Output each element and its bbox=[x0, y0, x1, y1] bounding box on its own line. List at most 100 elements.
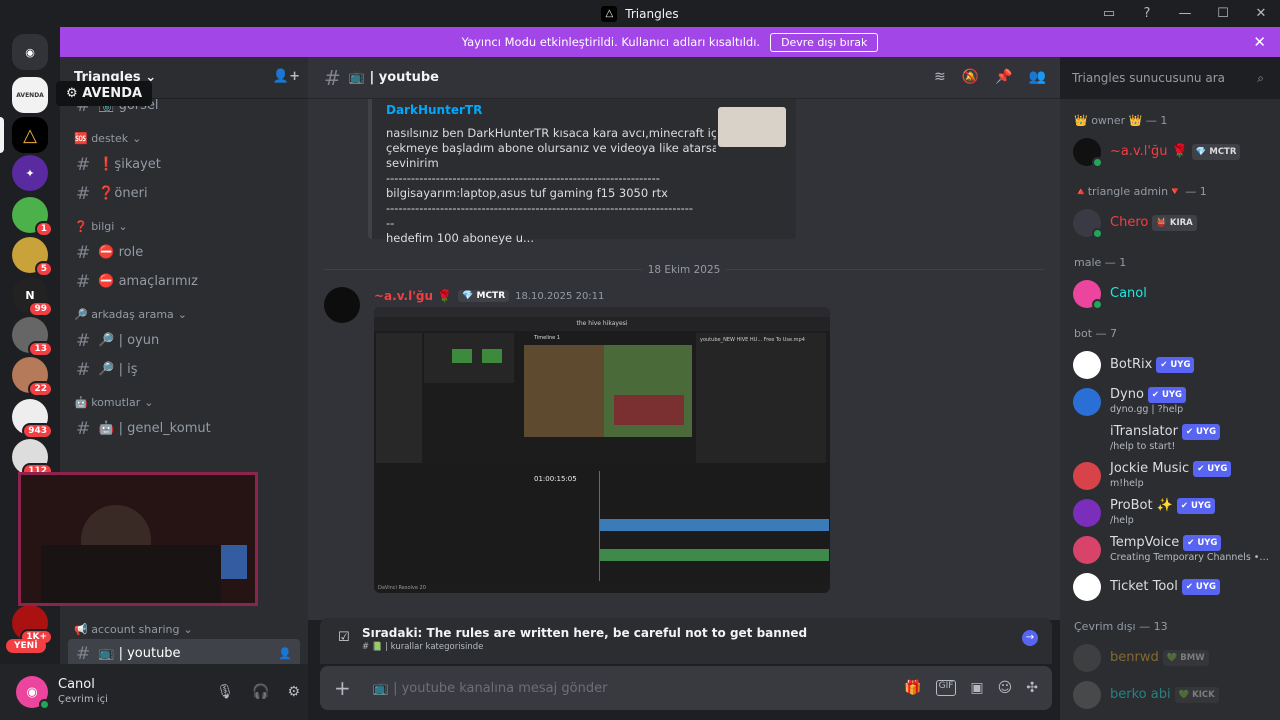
hash-icon: # bbox=[76, 330, 91, 351]
member-item[interactable]: BotRix ✔ UYG bbox=[1060, 346, 1280, 383]
chevron-down-icon: ⌄ bbox=[118, 219, 128, 233]
help-icon[interactable]: ? bbox=[1128, 6, 1166, 21]
channel-item[interactable]: # ❓öneri bbox=[68, 179, 300, 208]
discord-home-icon[interactable]: ◉ bbox=[12, 34, 48, 70]
invite-icon[interactable]: 👤+ bbox=[273, 69, 300, 84]
server-n[interactable]: N 99 bbox=[12, 277, 53, 317]
member-item[interactable]: Jockie Music ✔ UYG m!help bbox=[1060, 457, 1280, 494]
app-badge: ✔ UYG bbox=[1181, 578, 1220, 595]
arrow-right-icon[interactable]: → bbox=[1022, 630, 1038, 646]
message-input[interactable]: 📺 | youtube kanalına mesaj gönder bbox=[373, 681, 608, 696]
avatar bbox=[1073, 535, 1101, 564]
avatar bbox=[1073, 424, 1101, 453]
member-name: Dyno bbox=[1110, 386, 1144, 402]
channel-item[interactable]: # 🤖 | genel_komut bbox=[68, 414, 300, 443]
channel-item[interactable]: # 🔎 | oyun bbox=[68, 326, 300, 355]
server-white[interactable]: 943 bbox=[12, 399, 53, 439]
member-name: ~a.v.l'ğu 🌹 bbox=[1110, 143, 1188, 159]
server-star[interactable]: ✦ bbox=[12, 155, 48, 191]
search-input[interactable]: Triangles sunucusunu ara ⌕ bbox=[1064, 65, 1272, 91]
avatar bbox=[1073, 643, 1101, 672]
member-group-header: bot — 7 bbox=[1074, 327, 1118, 340]
emoji-icon[interactable]: ☺ bbox=[998, 680, 1013, 696]
headphones-icon[interactable]: 🎧 bbox=[252, 684, 269, 700]
server-gray[interactable]: 13 bbox=[12, 317, 53, 357]
avatar[interactable]: ◉ bbox=[16, 676, 50, 710]
category-header[interactable]: 🆘 destek ⌄ bbox=[60, 126, 308, 150]
member-activity: dyno.gg | ?help bbox=[1110, 403, 1184, 415]
member-item[interactable]: Chero 👹 KIRA bbox=[1060, 204, 1280, 241]
disable-streamer-button[interactable]: Devre dışı bırak bbox=[770, 32, 879, 52]
date-divider: 18 Ekim 2025 bbox=[324, 264, 1044, 285]
user-name: Canol bbox=[58, 677, 95, 692]
apps-icon[interactable]: ✣ bbox=[1026, 680, 1038, 696]
member-tag: 💎 MCTR bbox=[1191, 143, 1241, 160]
add-member-icon[interactable]: 👤 bbox=[278, 647, 292, 660]
close-window-button[interactable]: ✕ bbox=[1242, 6, 1280, 21]
member-item[interactable]: ~a.v.l'ğu 🌹 💎 MCTR bbox=[1060, 133, 1280, 170]
pin-icon[interactable]: 📌 bbox=[995, 69, 1012, 85]
channel-list: #📷 görsel🆘 destek ⌄#❗şikayet#❓öneri❓ bil… bbox=[60, 91, 308, 443]
channel-item[interactable]: # ⛔ amaçlarımız bbox=[68, 267, 300, 296]
member-group-header: 🔺triangle admin🔻 — 1 bbox=[1074, 185, 1207, 198]
category-header[interactable]: ❓ bilgi ⌄ bbox=[60, 214, 308, 238]
add-attachment-icon[interactable]: + bbox=[334, 676, 351, 700]
message-composer: + 📺 | youtube kanalına mesaj gönder 🎁 GI… bbox=[320, 666, 1052, 710]
avatar bbox=[1073, 498, 1101, 527]
inbox-icon[interactable]: ▭ bbox=[1090, 6, 1128, 21]
server-light[interactable]: 112 bbox=[12, 439, 53, 479]
hash-icon: # bbox=[76, 359, 91, 380]
embed-line: ----------------------------------------… bbox=[386, 171, 660, 185]
webcam-overlay bbox=[18, 472, 258, 606]
threads-icon[interactable]: ≋ bbox=[934, 69, 946, 85]
avatar bbox=[1073, 461, 1101, 490]
server-red[interactable]: 1K+ bbox=[12, 605, 53, 645]
gift-icon[interactable]: 🎁 bbox=[904, 680, 921, 696]
banner-close-icon[interactable]: ✕ bbox=[1253, 33, 1266, 51]
member-item[interactable]: ProBot ✨ ✔ UYG/help bbox=[1060, 494, 1280, 531]
minimize-button[interactable]: — bbox=[1166, 6, 1204, 21]
app-logo-icon: △ bbox=[601, 5, 618, 22]
server-avenda[interactable]: AVENDA bbox=[12, 77, 48, 113]
channel-youtube[interactable]: # 📺 | youtube 👤 bbox=[68, 639, 300, 664]
member-list: 👑 owner 👑 — 1 ~a.v.l'ğu 🌹 💎 MCTR 🔺triangle … bbox=[1060, 99, 1280, 720]
server-triangles[interactable]: △ bbox=[0, 117, 48, 153]
category-account-sharing[interactable]: 📢 account sharing ⌄ bbox=[60, 617, 193, 641]
member-item[interactable]: TempVoice ✔ UYG Creating Temporary Channel… bbox=[1060, 531, 1280, 568]
hash-icon: # bbox=[76, 418, 91, 439]
chevron-down-icon: ⌄ bbox=[177, 307, 188, 321]
server-yellow[interactable]: 5 bbox=[12, 237, 53, 277]
avatar bbox=[1073, 680, 1101, 709]
category-header[interactable]: 🔎 arkadaş arama ⌄ bbox=[60, 302, 308, 326]
member-item[interactable]: iTranslator ✔ UYG/help to start! bbox=[1060, 420, 1280, 457]
embed-line: -- bbox=[386, 216, 395, 230]
next-up-bar[interactable]: ☑ Sıradaki: The rules are written here, … bbox=[320, 618, 1052, 664]
channel-item[interactable]: # 🔎 | iş bbox=[68, 355, 300, 384]
member-item[interactable]: berko abi 💚 KICK bbox=[1060, 676, 1280, 713]
sticker-icon[interactable]: ▣ bbox=[970, 680, 983, 696]
chat-header: # 📺 | youtube ≋ 🔕 📌 👥 bbox=[308, 57, 1060, 99]
mute-bell-icon[interactable]: 🔕 bbox=[962, 69, 979, 85]
member-list-icon[interactable]: 👥 bbox=[1029, 69, 1046, 85]
maximize-button[interactable]: ☐ bbox=[1204, 6, 1242, 21]
checklist-icon: ☑ bbox=[338, 630, 350, 645]
avatar[interactable] bbox=[324, 287, 360, 323]
member-item[interactable]: Ticket Tool ✔ UYG bbox=[1060, 568, 1280, 605]
channel-item[interactable]: # ⛔ role bbox=[68, 238, 300, 267]
hash-icon: # bbox=[76, 183, 91, 204]
member-item[interactable]: Dyno ✔ UYG dyno.gg | ?help bbox=[1060, 383, 1280, 420]
category-header[interactable]: 🤖 komutlar ⌄ bbox=[60, 390, 308, 414]
message-author[interactable]: ~a.v.l'ğu 🌹 bbox=[374, 289, 452, 303]
hash-icon: # bbox=[76, 271, 91, 292]
member-item[interactable]: benrwd 💚 BMW bbox=[1060, 639, 1280, 676]
member-name: iTranslator bbox=[1110, 423, 1178, 439]
member-item[interactable]: Canol bbox=[1060, 275, 1280, 312]
gif-icon[interactable]: GIF bbox=[935, 680, 957, 696]
embed-line: bilgisayarım:laptop,asus tuf gaming f15 … bbox=[386, 186, 668, 200]
settings-gear-icon[interactable]: ⚙ bbox=[287, 684, 300, 700]
microphone-icon[interactable]: 🎙 bbox=[216, 684, 234, 700]
attached-screenshot[interactable]: the hive hikayesi Timeline 1 youtube_NEW… bbox=[374, 307, 830, 593]
server-face[interactable]: 22 bbox=[12, 357, 53, 397]
channel-item[interactable]: # ❗şikayet bbox=[68, 150, 300, 179]
server-green[interactable]: 1 bbox=[12, 197, 53, 237]
